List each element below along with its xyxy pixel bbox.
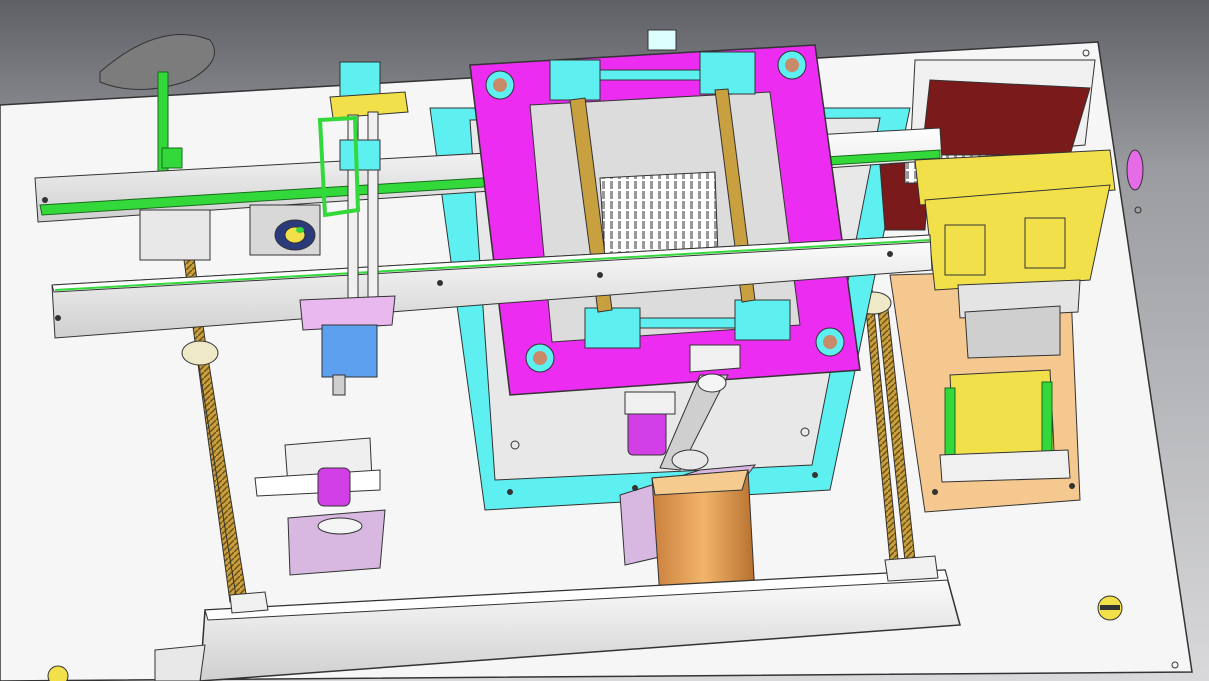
cad-model-render — [0, 0, 1209, 681]
cad-render-canvas — [0, 0, 1209, 681]
